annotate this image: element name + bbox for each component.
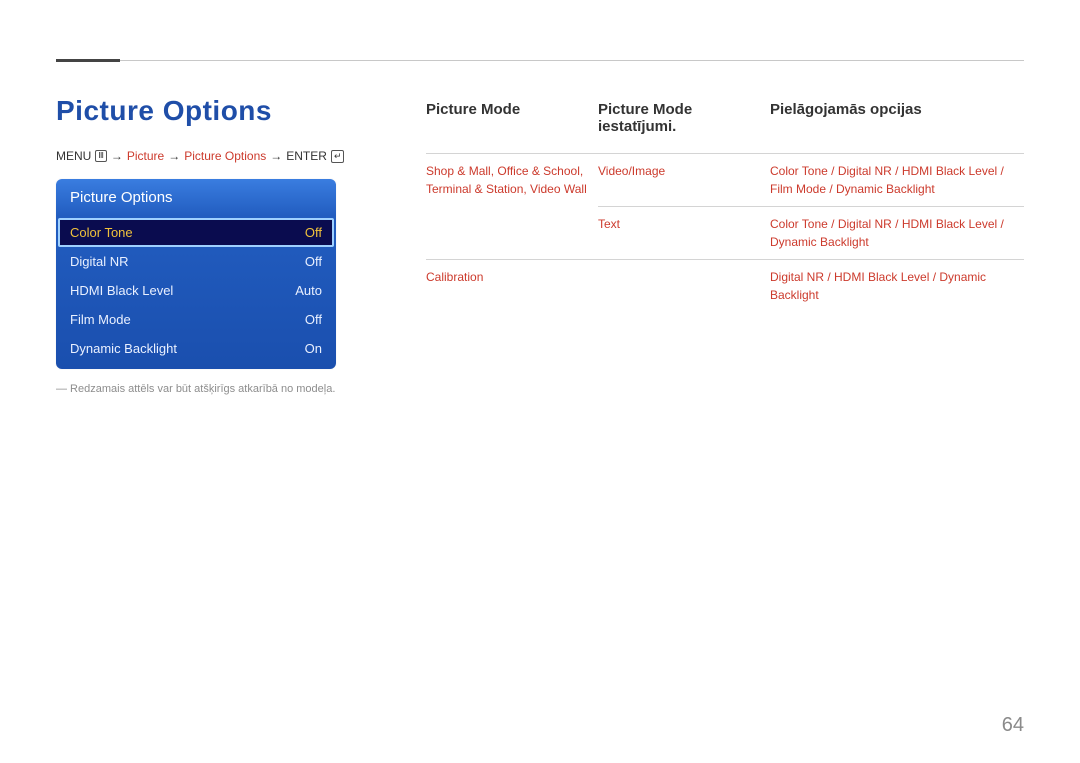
enter-icon [331,150,345,163]
osd-row-hdmi-black-level[interactable]: HDMI Black Level Auto [58,276,334,305]
menu-grid-icon: Ⅲ [95,150,107,162]
breadcrumb-arrow: → [111,149,123,163]
cell-setting: Text [598,207,770,260]
osd-row-value: Off [305,312,322,327]
osd-row-value: Off [305,254,322,269]
cell-options: Color Tone / Digital NR / HDMI Black Lev… [770,207,1024,260]
osd-row-film-mode[interactable]: Film Mode Off [58,305,334,334]
osd-row-label: Film Mode [70,312,131,327]
breadcrumb-picture-options: Picture Options [184,149,266,163]
cell-options: Digital NR / HDMI Black Level / Dynamic … [770,260,1024,313]
osd-row-digital-nr[interactable]: Digital NR Off [58,247,334,276]
osd-row-value: Off [305,225,322,240]
breadcrumb-enter: ENTER [286,149,327,163]
breadcrumb-arrow: → [270,149,282,163]
table-row: Shop & Mall, Office & School, Terminal &… [426,154,1024,207]
osd-row-value: On [305,341,322,356]
manual-page: Picture Options MENU Ⅲ → Picture → Pictu… [0,0,1080,763]
breadcrumb-picture: Picture [127,149,164,163]
osd-row-label: HDMI Black Level [70,283,173,298]
osd-row-label: Color Tone [70,225,133,240]
osd-row-dynamic-backlight[interactable]: Dynamic Backlight On [58,334,334,363]
cell-setting: Video/Image [598,154,770,207]
osd-row-color-tone[interactable]: Color Tone Off [58,218,334,247]
osd-row-value: Auto [295,283,322,298]
right-column: Picture Mode Picture Mode iestatījumi. P… [426,95,1024,395]
options-table: Picture Mode Picture Mode iestatījumi. P… [426,95,1024,312]
footnote: ― Redzamais attēls var būt atšķirīgs atk… [56,383,386,395]
breadcrumb-menu: MENU [56,149,91,163]
table-row: Calibration Digital NR / HDMI Black Leve… [426,260,1024,313]
breadcrumb-arrow: → [168,149,180,163]
cell-options: Color Tone / Digital NR / HDMI Black Lev… [770,154,1024,207]
cell-mode: Shop & Mall, Office & School, Terminal &… [426,154,598,260]
osd-menu-body: Color Tone Off Digital NR Off HDMI Black… [56,216,336,369]
page-number: 64 [1002,714,1024,737]
breadcrumb: MENU Ⅲ → Picture → Picture Options → ENT… [56,149,386,163]
cell-mode: Calibration [426,260,598,313]
col-header-options: Pielāgojamās opcijas [770,95,1024,154]
col-header-picture-mode: Picture Mode [426,95,598,154]
osd-row-label: Digital NR [70,254,129,269]
cell-setting [598,260,770,313]
col-header-picture-mode-2: Picture Mode iestatījumi. [598,95,770,154]
left-column: Picture Options MENU Ⅲ → Picture → Pictu… [56,95,386,395]
osd-row-label: Dynamic Backlight [70,341,177,356]
page-title: Picture Options [56,95,386,127]
osd-menu-header: Picture Options [56,179,336,216]
osd-menu-card: Picture Options Color Tone Off Digital N… [56,179,336,369]
content-area: Picture Options MENU Ⅲ → Picture → Pictu… [56,60,1024,713]
